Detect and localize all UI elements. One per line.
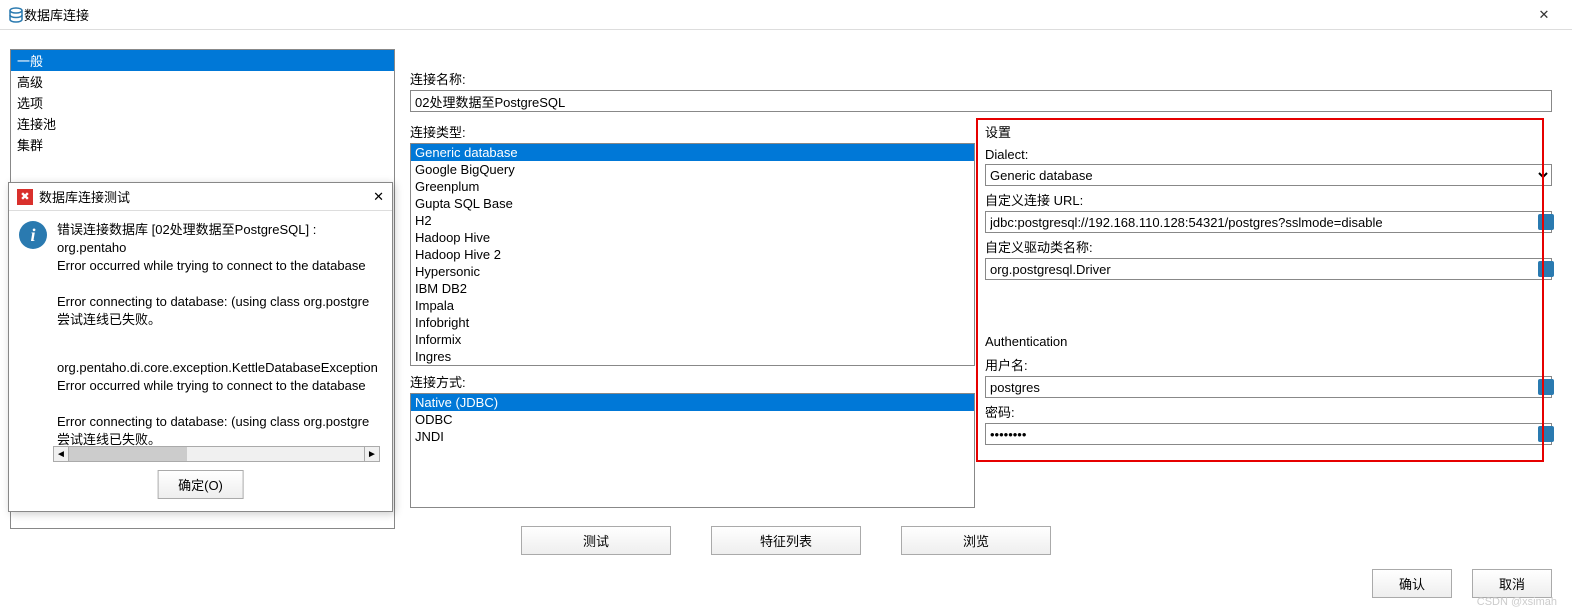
tool-icon: ✖ [17, 189, 33, 205]
error-line: Error occurred while trying to connect t… [57, 377, 382, 395]
conn-method-list[interactable]: Native (JDBC) ODBC JNDI [410, 393, 975, 508]
conn-name-input[interactable] [410, 90, 1552, 112]
conn-type-option[interactable]: H2 [411, 212, 974, 229]
footer-buttons: 确认 取消 [1372, 569, 1552, 598]
error-ok-button[interactable]: 确定(O) [157, 470, 244, 499]
conn-name-label: 连接名称: [410, 69, 1552, 88]
conn-type-option[interactable]: Gupta SQL Base [411, 195, 974, 212]
conn-type-option[interactable]: Infobright [411, 314, 974, 331]
conn-type-option[interactable]: Hadoop Hive 2 [411, 246, 974, 263]
sidebar-item-pool[interactable]: 连接池 [11, 113, 394, 134]
content-panel: 连接名称: 连接类型: Generic database Google BigQ… [395, 30, 1562, 508]
feature-button[interactable]: 特征列表 [711, 526, 861, 555]
conn-type-option[interactable]: Google BigQuery [411, 161, 974, 178]
error-dialog-title-bar: ✖ 数据库连接测试 ✕ [9, 183, 392, 211]
scroll-thumb[interactable] [69, 447, 187, 461]
sidebar-item-general[interactable]: 一般 [11, 50, 394, 71]
settings-group-label: 设置 [985, 122, 1552, 141]
scroll-track[interactable] [69, 446, 364, 462]
conn-type-option[interactable]: IBM DB2 [411, 280, 974, 297]
var-icon[interactable] [1538, 426, 1554, 442]
scroll-left-icon[interactable]: ◄ [53, 446, 69, 462]
error-line: Error connecting to database: (using cla… [57, 413, 382, 431]
conn-type-option[interactable]: Ingres [411, 348, 974, 365]
error-line: 错误连接数据库 [02处理数据至PostgreSQL] : org.pentah… [57, 221, 382, 257]
sidebar-item-advanced[interactable]: 高级 [11, 71, 394, 92]
info-icon: i [19, 221, 47, 249]
url-input[interactable] [985, 211, 1552, 233]
error-line: Error connecting to database: (using cla… [57, 293, 382, 311]
var-icon[interactable] [1538, 214, 1554, 230]
var-icon[interactable] [1538, 379, 1554, 395]
url-label: 自定义连接 URL: [985, 190, 1552, 209]
dialect-select[interactable]: Generic database [985, 164, 1552, 186]
ok-button[interactable]: 确认 [1372, 569, 1452, 598]
sidebar-item-cluster[interactable]: 集群 [11, 134, 394, 155]
driver-input[interactable] [985, 258, 1552, 280]
conn-type-option[interactable]: Hadoop Hive [411, 229, 974, 246]
conn-type-option[interactable]: Hypersonic [411, 263, 974, 280]
error-message: 错误连接数据库 [02处理数据至PostgreSQL] : org.pentah… [57, 221, 382, 461]
conn-type-label: 连接类型: [410, 122, 975, 141]
var-icon[interactable] [1538, 261, 1554, 277]
database-icon [8, 7, 24, 23]
conn-type-option[interactable]: Informix [411, 331, 974, 348]
main-title-bar: 数据库连接 ✕ [0, 0, 1572, 30]
close-icon[interactable]: ✕ [373, 189, 384, 205]
error-line: org.pentaho.di.core.exception.KettleData… [57, 359, 382, 377]
error-line: 尝试连线已失败。 [57, 311, 382, 329]
pass-label: 密码: [985, 402, 1552, 421]
test-button[interactable]: 测试 [521, 526, 671, 555]
user-label: 用户名: [985, 355, 1552, 374]
close-icon[interactable]: ✕ [1524, 7, 1564, 23]
conn-method-option[interactable]: ODBC [411, 411, 974, 428]
conn-type-option[interactable]: Greenplum [411, 178, 974, 195]
sidebar-item-options[interactable]: 选项 [11, 92, 394, 113]
error-dialog-title: 数据库连接测试 [39, 187, 130, 206]
error-line: Error occurred while trying to connect t… [57, 257, 382, 275]
driver-label: 自定义驱动类名称: [985, 237, 1552, 256]
scroll-right-icon[interactable]: ► [364, 446, 380, 462]
conn-type-option[interactable]: Generic database [411, 144, 974, 161]
conn-method-label: 连接方式: [410, 372, 975, 391]
auth-label: Authentication [985, 334, 1552, 349]
conn-method-option[interactable]: Native (JDBC) [411, 394, 974, 411]
conn-method-option[interactable]: JNDI [411, 428, 974, 445]
cancel-button[interactable]: 取消 [1472, 569, 1552, 598]
error-dialog: ✖ 数据库连接测试 ✕ i 错误连接数据库 [02处理数据至PostgreSQL… [8, 182, 393, 512]
conn-type-option[interactable]: Impala [411, 297, 974, 314]
conn-type-list[interactable]: Generic database Google BigQuery Greenpl… [410, 143, 975, 366]
bottom-buttons: 测试 特征列表 浏览 [0, 526, 1572, 555]
main-window-title: 数据库连接 [24, 5, 89, 24]
browse-button[interactable]: 浏览 [901, 526, 1051, 555]
horizontal-scrollbar[interactable]: ◄ ► [53, 445, 380, 463]
dialect-label: Dialect: [985, 147, 1552, 162]
watermark: CSDN @xsimah [1477, 596, 1557, 608]
user-input[interactable] [985, 376, 1552, 398]
pass-input[interactable] [985, 423, 1552, 445]
